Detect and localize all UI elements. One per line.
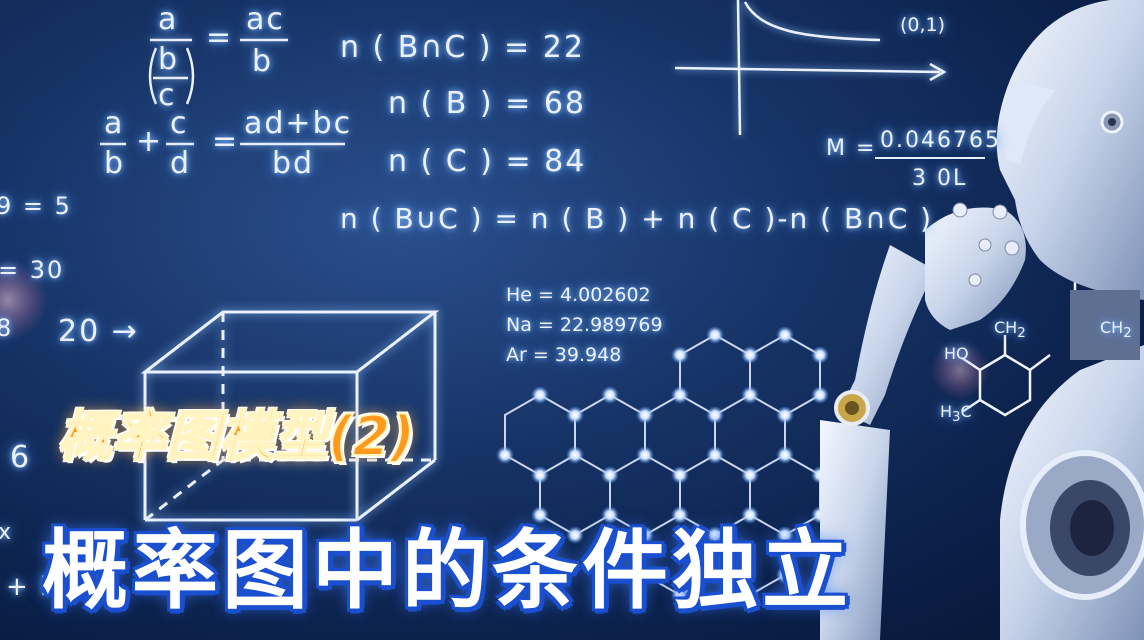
left-6: 6 <box>10 440 32 475</box>
point-label: (0,1) <box>900 14 946 36</box>
formula-n-bc: n ( B∩C ) = 22 <box>340 30 585 65</box>
nested-fraction-num: a <box>158 2 179 37</box>
chem-h3c-h: H <box>940 402 953 421</box>
left-eq-1: 9 = 5 <box>0 192 72 220</box>
m-denominator: 3 0L <box>912 166 968 191</box>
chem-ch2-b: CH2 <box>1100 318 1132 341</box>
element-na: Na = 22.989769 <box>506 314 663 336</box>
fraction-result-den: b <box>252 44 274 79</box>
element-ar: Ar = 39.948 <box>506 344 622 366</box>
chem-ch2-a-sub: 2 <box>1017 326 1026 342</box>
chem-ch2-b-sub: 2 <box>1123 326 1132 342</box>
chem-ch2-a-text: CH <box>994 318 1018 337</box>
chem-ch2-a: CH2 <box>994 318 1026 341</box>
chem-ho: HO <box>944 344 969 363</box>
add-plus: + <box>136 124 164 159</box>
nested-fraction-den-b: b <box>158 42 180 77</box>
arrow-20: 20 → <box>58 314 139 349</box>
chem-h3c: H3C <box>940 402 972 425</box>
chem-h3c-c: C <box>960 402 972 421</box>
m-equals: M = <box>826 136 877 161</box>
add-frac-c: c <box>170 106 189 141</box>
m-numerator: 0.046765 <box>880 128 1001 153</box>
add-result-den: bd <box>272 146 315 181</box>
robot-figure <box>820 0 1144 640</box>
title-topic: 概率图中的条件独立 <box>42 521 852 621</box>
thumbnail-scene: a b c = ac b a b + c d = ad+bc bd n ( B∩… <box>0 0 1144 640</box>
add-equals: = <box>212 124 240 159</box>
chem-ch2-b-text: CH <box>1100 318 1124 337</box>
left-8: 8 <box>0 314 14 342</box>
fraction-equals: = <box>206 20 234 55</box>
fraction-result-num: ac <box>246 2 285 37</box>
left-x: x <box>0 520 14 545</box>
add-frac-d: d <box>170 146 192 181</box>
formula-n-union: n ( B∪C ) = n ( B ) + n ( C )-n ( B∩C ) <box>340 202 934 235</box>
add-frac-b: b <box>104 146 126 181</box>
formula-n-c: n ( C ) = 84 <box>388 144 587 179</box>
add-frac-a: a <box>104 106 125 141</box>
add-result-num: ad+bc <box>244 106 353 141</box>
title-series: 概率图模型(2) <box>57 404 416 469</box>
chem-h3c-sub: 3 <box>952 410 961 426</box>
element-he: He = 4.002602 <box>506 284 651 306</box>
left-eq-2: = 30 <box>0 256 65 284</box>
formula-n-b: n ( B ) = 68 <box>388 86 586 121</box>
